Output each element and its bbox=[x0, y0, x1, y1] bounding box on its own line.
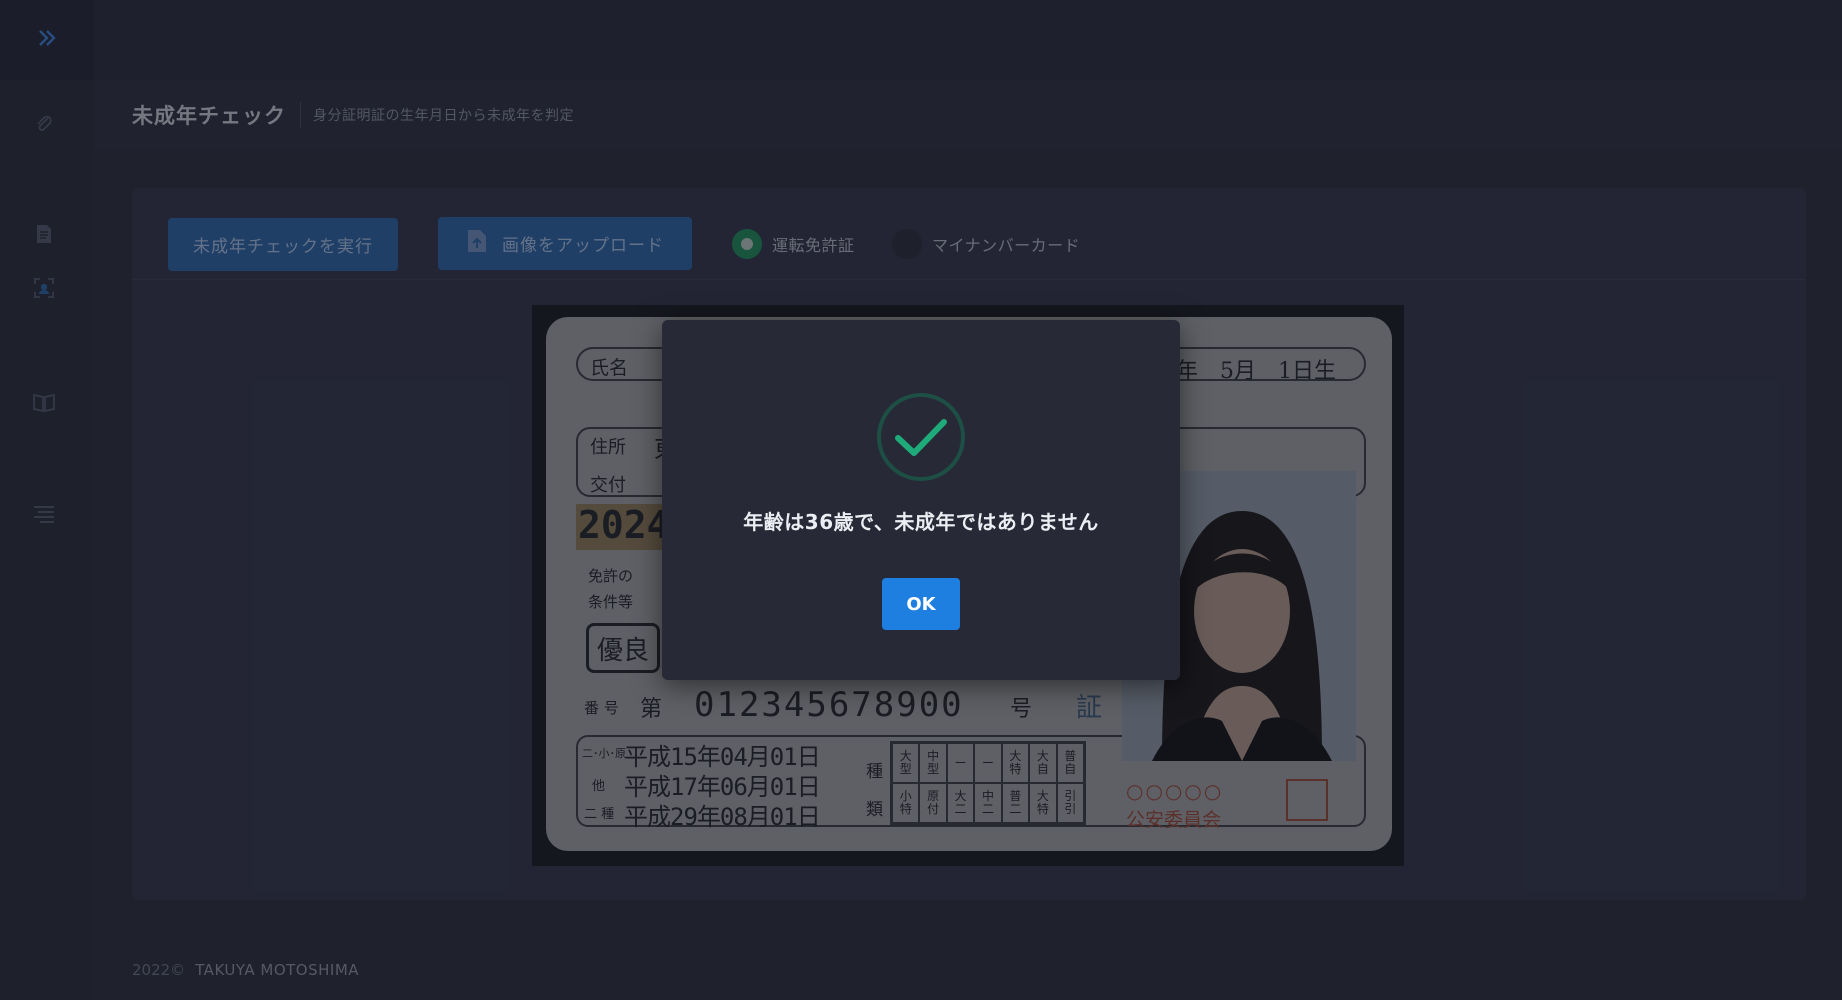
ok-button[interactable]: OK bbox=[882, 578, 960, 630]
success-check-icon bbox=[876, 392, 966, 482]
result-message: 年齢は36歳で、未成年ではありません bbox=[743, 510, 1099, 534]
result-dialog: 年齢は36歳で、未成年ではありません OK bbox=[662, 320, 1180, 680]
